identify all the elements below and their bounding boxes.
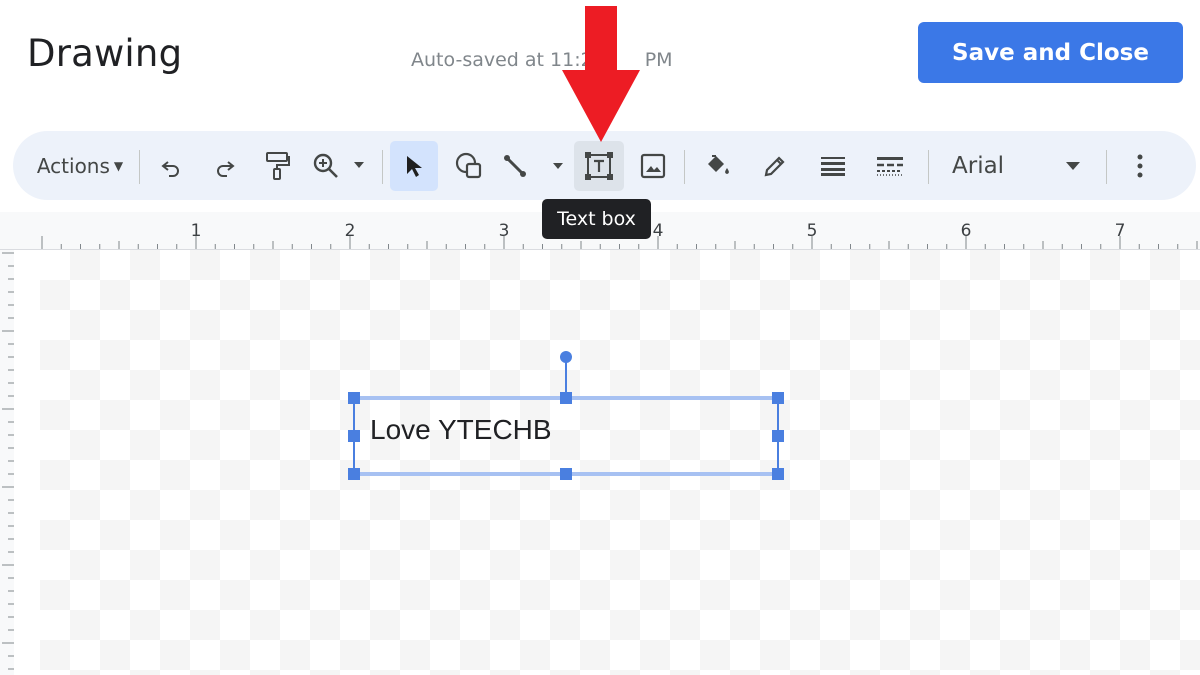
select-icon [407,156,422,177]
chevron-down-icon [1066,162,1080,170]
line-button[interactable] [500,141,570,191]
resize-handle[interactable] [348,468,360,480]
border-dash-button[interactable] [866,141,914,191]
paint-format-icon [266,152,290,180]
resize-handle[interactable] [560,468,572,480]
save-and-close-button[interactable]: Save and Close [918,22,1183,83]
text-box-button[interactable] [574,141,624,191]
font-dropdown-button[interactable] [1058,141,1088,191]
ruler-label: 1 [191,221,202,241]
toolbar-divider [139,150,140,184]
page-title: Drawing [27,32,183,75]
vertical-ruler-ticks [2,252,14,670]
undo-button[interactable] [148,141,194,191]
ruler-label: 6 [961,221,972,241]
undo-icon [161,161,179,177]
redo-button[interactable] [202,141,248,191]
toolbar-divider [928,150,929,184]
toolbar-divider [684,150,685,184]
actions-menu[interactable]: Actions ▼ [30,141,130,191]
border-weight-icon [821,157,845,176]
paint-format-button[interactable] [254,141,300,191]
toolbar-divider [382,150,383,184]
zoom-icon [313,153,364,178]
resize-handle[interactable] [772,392,784,404]
border-weight-button[interactable] [810,141,856,191]
actions-caret-icon: ▼ [113,159,124,173]
annotation-arrow-icon [562,6,640,142]
ruler-label: 7 [1115,221,1126,241]
more-icon [1137,154,1143,178]
text-box-content[interactable]: Love YTECHB [370,414,552,446]
font-family-select[interactable]: Arial [952,141,1032,191]
rotate-handle[interactable] [560,351,572,363]
resize-handle[interactable] [772,430,784,442]
border-color-button[interactable] [752,141,798,191]
image-icon [640,153,666,179]
resize-handle[interactable] [348,430,360,442]
ruler-label: 5 [807,221,818,241]
border-color-icon [764,156,785,177]
border-dash-icon [877,157,903,176]
fill-color-icon [708,155,729,174]
shape-icon [455,152,482,179]
text-box-icon [585,152,613,180]
shape-button[interactable] [446,141,492,191]
redo-icon [217,161,235,177]
ruler-label: 3 [499,221,510,241]
resize-handle[interactable] [772,468,784,480]
more-options-button[interactable] [1120,141,1160,191]
resize-handle[interactable] [348,392,360,404]
zoom-button[interactable] [310,141,374,191]
select-button[interactable] [390,141,438,191]
toolbar-divider [1106,150,1107,184]
text-box-tooltip: Text box [542,199,651,239]
resize-handle[interactable] [560,392,572,404]
line-icon [504,155,563,177]
actions-label: Actions [36,154,110,178]
ruler-label: 2 [345,221,356,241]
fill-color-button[interactable] [694,141,740,191]
image-button[interactable] [630,141,676,191]
ruler-label: 4 [653,221,664,241]
